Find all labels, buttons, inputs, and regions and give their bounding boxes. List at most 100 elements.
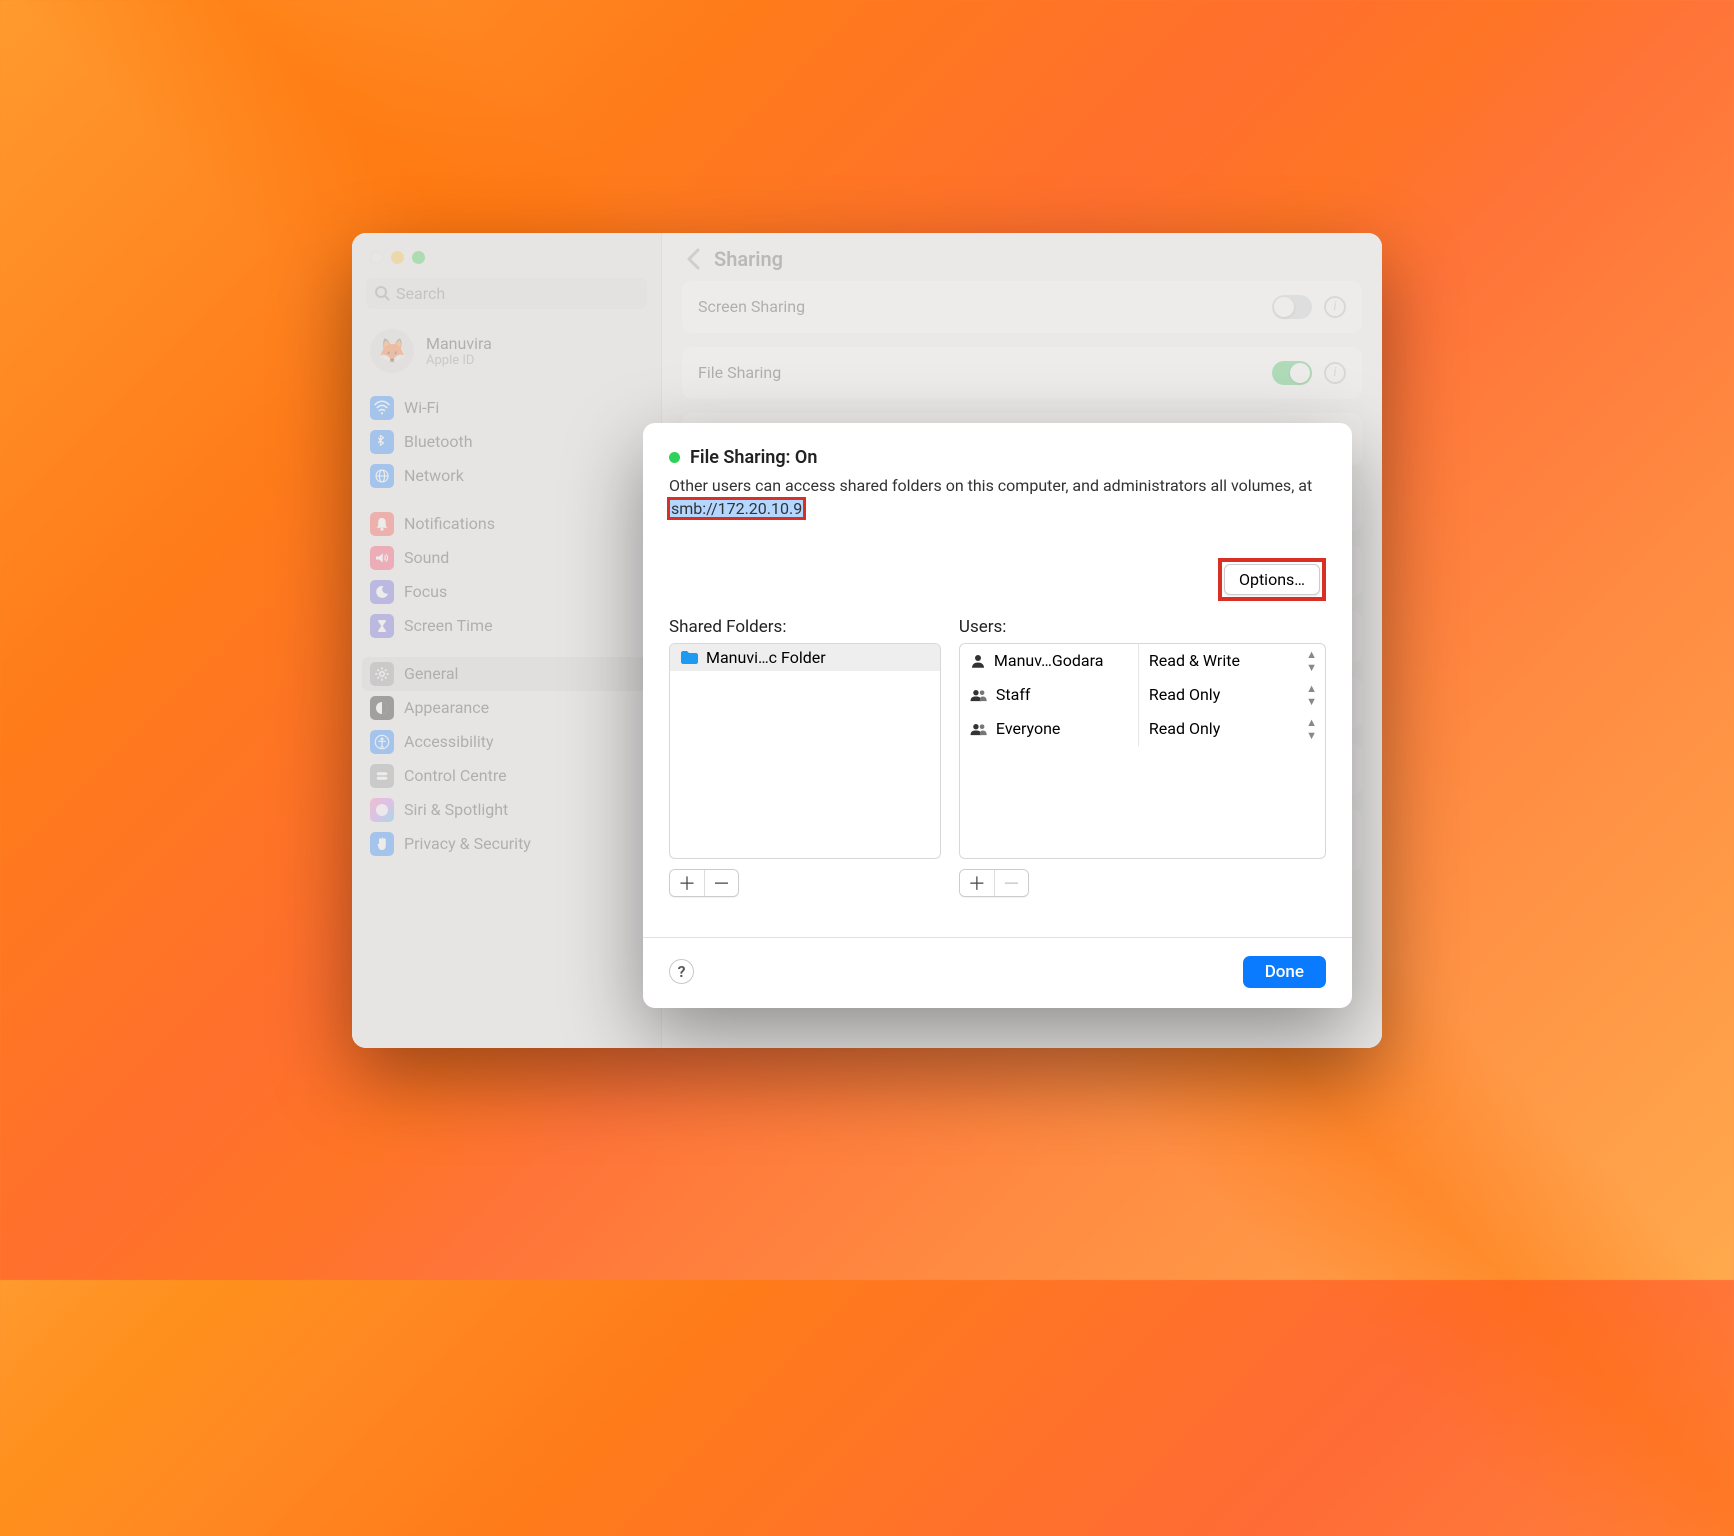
sidebar-item-control-centre[interactable]: Control Centre <box>362 759 651 793</box>
remove-folder-button[interactable]: － <box>704 870 738 896</box>
globe-icon <box>370 464 394 488</box>
sidebar-item-general[interactable]: General <box>362 657 651 691</box>
sidebar-item-notifications[interactable]: Notifications <box>362 507 651 541</box>
permission-select[interactable]: Read Only▲▼ <box>1138 712 1325 746</box>
options-button[interactable]: Options… <box>1224 564 1320 595</box>
sidebar-item-bluetooth[interactable]: Bluetooth <box>362 425 651 459</box>
row-sub: Off <box>698 842 800 857</box>
sidebar-item-label: Sound <box>404 548 449 567</box>
info-icon[interactable]: i <box>1324 758 1346 780</box>
toggle[interactable] <box>1272 691 1312 715</box>
status-dot-icon <box>669 452 680 463</box>
sharing-row: i <box>682 611 1362 663</box>
user-name: Staff <box>996 685 1031 704</box>
apple-id-profile[interactable]: 🦊 Manuvira Apple ID <box>352 323 661 387</box>
folder-item[interactable]: Manuvi…c Folder <box>670 644 940 671</box>
bt-icon <box>370 430 394 454</box>
sidebar-item-label: Wi-Fi <box>404 398 439 417</box>
user-row[interactable]: Staff Read Only▲▼ <box>960 678 1325 712</box>
chevron-updown-icon: ▲▼ <box>1306 648 1315 674</box>
back-button[interactable] <box>686 248 700 270</box>
sidebar-item-wi-fi[interactable]: Wi-Fi <box>362 391 651 425</box>
ctrl-icon <box>370 764 394 788</box>
info-icon[interactable]: i <box>1324 494 1346 516</box>
info-icon[interactable]: i <box>1324 626 1346 648</box>
settings-window: 🦊 Manuvira Apple ID Wi-Fi Bluetooth Networ… <box>352 233 1382 1048</box>
modal-title: File Sharing: On <box>690 447 817 468</box>
folder-icon <box>680 650 698 664</box>
sidebar-item-label: Privacy & Security <box>404 834 531 853</box>
search-wrap <box>366 278 647 309</box>
info-icon[interactable]: i <box>1324 428 1346 450</box>
sidebar-item-appearance[interactable]: Appearance <box>362 691 651 725</box>
remove-user-button[interactable]: － <box>994 870 1028 896</box>
sharing-rows: Screen SharingiFile SharingiiiiiiiMedia … <box>662 281 1382 885</box>
info-icon[interactable]: i <box>1324 692 1346 714</box>
shared-folders-list[interactable]: Manuvi…c Folder <box>669 643 941 859</box>
sidebar-item-focus[interactable]: Focus <box>362 575 651 609</box>
page-title: Sharing <box>714 247 783 271</box>
gear-icon <box>370 662 394 686</box>
row-label: Media Sharing <box>698 823 800 842</box>
toggle[interactable] <box>1272 559 1312 583</box>
user-add-remove: ＋ － <box>959 869 1029 897</box>
toggle[interactable] <box>1272 757 1312 781</box>
users-list[interactable]: Manuv…GodaraRead & Write▲▼ Staff Read Only… <box>959 643 1326 859</box>
sidebar: 🦊 Manuvira Apple ID Wi-Fi Bluetooth Networ… <box>352 233 662 1048</box>
toggle[interactable] <box>1272 493 1312 517</box>
smb-address[interactable]: smb://172.20.10.9 <box>669 499 804 518</box>
avatar: 🦊 <box>370 329 414 373</box>
sidebar-item-network[interactable]: Network <box>362 459 651 493</box>
permission-label: Read Only <box>1149 719 1220 738</box>
shared-folders-header: Shared Folders: <box>669 617 941 637</box>
sidebar-item-accessibility[interactable]: Accessibility <box>362 725 651 759</box>
sidebar-item-screen-time[interactable]: Screen Time <box>362 609 651 643</box>
sidebar-item-siri-spotlight[interactable]: Siri & Spotlight <box>362 793 651 827</box>
sidebar-item-privacy-security[interactable]: Privacy & Security <box>362 827 651 861</box>
sharing-row: i <box>682 479 1362 531</box>
sidebar-item-label: Control Centre <box>404 766 507 785</box>
sidebar-item-label: Bluetooth <box>404 432 473 451</box>
sidebar-list: Wi-Fi Bluetooth Network Notifications Sound F… <box>352 387 661 1048</box>
sidebar-item-label: Accessibility <box>404 732 494 751</box>
user-row[interactable]: Manuv…GodaraRead & Write▲▼ <box>960 644 1325 678</box>
toggle[interactable] <box>1272 295 1312 319</box>
info-icon[interactable]: i <box>1324 362 1346 384</box>
toggle[interactable] <box>1272 828 1312 852</box>
add-folder-button[interactable]: ＋ <box>670 870 704 896</box>
sidebar-item-sound[interactable]: Sound <box>362 541 651 575</box>
acc-icon <box>370 730 394 754</box>
profile-sub: Apple ID <box>426 353 492 368</box>
zoom-window-button[interactable] <box>412 251 425 264</box>
info-icon[interactable]: i <box>1324 560 1346 582</box>
moon-icon <box>370 580 394 604</box>
search-icon <box>374 285 390 301</box>
window-traffic-lights <box>352 243 661 278</box>
wifi-icon <box>370 396 394 420</box>
done-button[interactable]: Done <box>1243 956 1326 988</box>
modal-description: Other users can access shared folders on… <box>669 474 1326 520</box>
folder-add-remove: ＋ － <box>669 869 739 897</box>
permission-select[interactable]: Read & Write▲▼ <box>1138 644 1325 678</box>
group-icon <box>969 721 989 737</box>
user-row[interactable]: EveryoneRead Only▲▼ <box>960 712 1325 746</box>
permission-label: Read Only <box>1149 685 1220 704</box>
sharing-row: Media SharingOff i <box>682 809 1362 871</box>
toggle[interactable] <box>1272 625 1312 649</box>
permission-select[interactable]: Read Only▲▼ <box>1138 678 1325 712</box>
sound-icon <box>370 546 394 570</box>
search-input[interactable] <box>366 278 647 309</box>
minimize-window-button[interactable] <box>391 251 404 264</box>
close-window-button[interactable] <box>370 251 383 264</box>
toggle[interactable] <box>1272 427 1312 451</box>
add-user-button[interactable]: ＋ <box>960 870 994 896</box>
row-label: File Sharing <box>698 363 781 382</box>
row-label: Screen Sharing <box>698 297 805 316</box>
main-pane: Sharing Screen Sharing i File Sharing i i i i i… <box>662 233 1382 1048</box>
sharing-row: File Sharing i <box>682 347 1362 399</box>
sharing-row: i <box>682 677 1362 729</box>
info-icon[interactable]: i <box>1324 296 1346 318</box>
toggle[interactable] <box>1272 361 1312 385</box>
info-icon[interactable]: i <box>1324 829 1346 851</box>
help-button[interactable]: ? <box>669 959 694 984</box>
